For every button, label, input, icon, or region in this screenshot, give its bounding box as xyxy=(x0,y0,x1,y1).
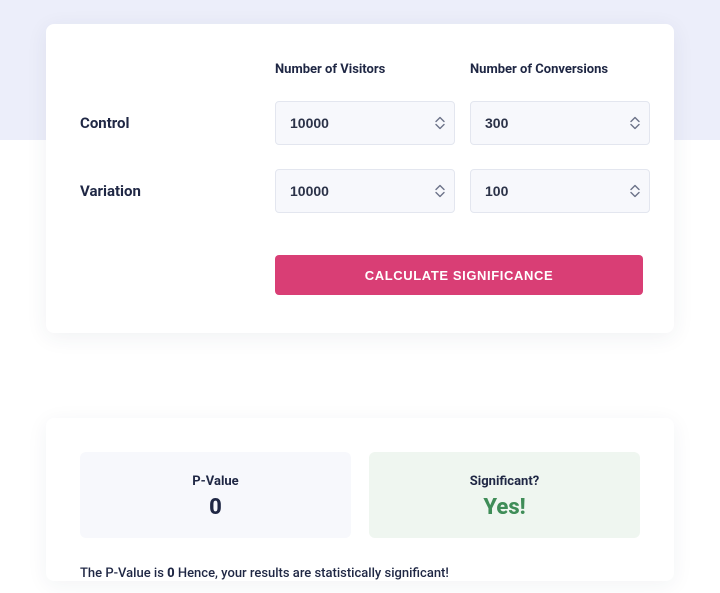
explain-text: The P-Value is 0 Hence, your results are… xyxy=(80,566,640,581)
pvalue-title: P-Value xyxy=(90,474,341,489)
significant-value: Yes! xyxy=(379,495,630,520)
pvalue-value: 0 xyxy=(90,495,341,520)
results-row: P-Value 0 Significant? Yes! xyxy=(80,452,640,538)
explain-bold: 0 xyxy=(167,566,175,581)
control-label: Control xyxy=(80,114,275,132)
pvalue-box: P-Value 0 xyxy=(80,452,351,538)
control-conversions-input[interactable] xyxy=(470,101,650,145)
stepper-icon[interactable] xyxy=(435,185,445,198)
variation-conversions-wrap xyxy=(470,169,650,213)
explain-post: Hence, your results are statistically si… xyxy=(175,566,449,581)
explain-pre: The P-Value is xyxy=(80,566,167,581)
significant-box: Significant? Yes! xyxy=(369,452,640,538)
variation-visitors-input[interactable] xyxy=(275,169,455,213)
stepper-icon[interactable] xyxy=(435,117,445,130)
control-visitors-input[interactable] xyxy=(275,101,455,145)
stepper-icon[interactable] xyxy=(630,117,640,130)
variation-visitors-wrap xyxy=(275,169,455,213)
variation-label: Variation xyxy=(80,182,275,200)
visitors-header: Number of Visitors xyxy=(275,62,470,77)
calculate-button[interactable]: CALCULATE SIGNIFICANCE xyxy=(275,255,643,295)
conversions-header: Number of Conversions xyxy=(470,62,665,77)
form-grid: Number of Visitors Number of Conversions… xyxy=(80,62,640,295)
control-visitors-wrap xyxy=(275,101,455,145)
significant-title: Significant? xyxy=(379,474,630,489)
control-conversions-wrap xyxy=(470,101,650,145)
calculator-card: Number of Visitors Number of Conversions… xyxy=(46,24,674,333)
variation-conversions-input[interactable] xyxy=(470,169,650,213)
results-card: P-Value 0 Significant? Yes! The P-Value … xyxy=(46,418,674,581)
stepper-icon[interactable] xyxy=(630,185,640,198)
